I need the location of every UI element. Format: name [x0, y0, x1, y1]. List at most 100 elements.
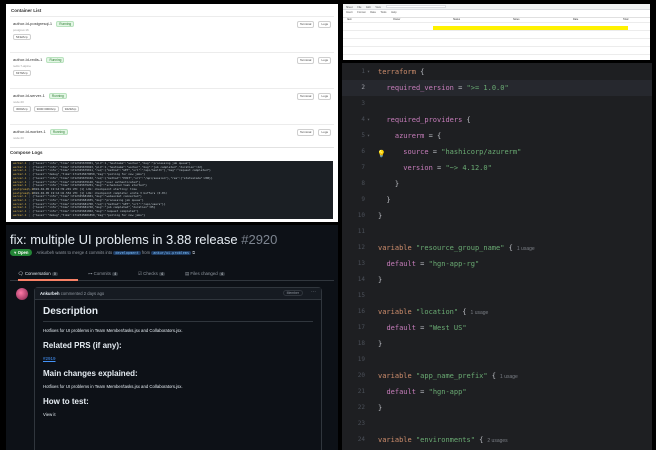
grid-line — [343, 30, 650, 31]
sheet-cell[interactable]: Notes — [513, 18, 520, 21]
usage-hint: 1 usage — [516, 246, 535, 252]
code-line[interactable]: 12 variable "resource_group_name" {1 usa… — [342, 240, 652, 256]
menu-insert[interactable]: Insert — [346, 11, 353, 14]
comment-timestamp[interactable]: commented 2 days ago — [61, 291, 105, 296]
logs-button[interactable]: Logs — [318, 93, 331, 100]
code-line[interactable]: 11 — [342, 224, 652, 240]
fold-icon[interactable]: ▾ — [367, 112, 370, 128]
sheet-cell[interactable]: Date — [573, 18, 578, 21]
grid-line — [343, 38, 650, 39]
pr-meta-from: from — [141, 250, 151, 255]
code-line[interactable]: 14 } — [342, 272, 652, 288]
log-message: 2024-04-05 19:14:41.552 UTC [1] LOG: che… — [32, 191, 168, 195]
terminal-button[interactable]: Terminal — [297, 57, 315, 64]
terminal-button[interactable]: Terminal — [297, 129, 315, 136]
logs-button[interactable]: Logs — [318, 21, 331, 28]
container-image: node:20 — [13, 136, 24, 140]
code-line[interactable]: 1 ▾ terraform { — [342, 64, 652, 80]
avatar[interactable] — [16, 288, 28, 300]
sheet-grid[interactable]: Item Owner Status Notes Date Total — [343, 18, 650, 58]
code-line[interactable]: 16 variable "location" {1 usage — [342, 304, 652, 320]
container-list-panel: Container List author-ld-postgresql-1 Ru… — [6, 4, 338, 222]
fold-icon[interactable]: ▾ — [367, 64, 370, 80]
menu-format[interactable]: Format — [357, 11, 365, 14]
code-line[interactable]: 22 } — [342, 400, 652, 416]
terminal-button[interactable]: Terminal — [297, 21, 315, 28]
code-line[interactable]: 17 default = "West US" — [342, 320, 652, 336]
code-line[interactable]: 5 ▾ azurerm = { — [342, 128, 652, 144]
code-line[interactable]: 10 } — [342, 208, 652, 224]
compose-log-output[interactable]: worker-1 | {"level":"info","time":1712345… — [11, 161, 333, 219]
pull-request-panel: fix: multiple UI problems in 3.88 releas… — [6, 225, 338, 450]
menu-view[interactable]: View — [375, 6, 380, 9]
comment-author[interactable]: Ankurbeh — [40, 291, 60, 296]
status-badge: Running — [48, 93, 67, 99]
sheet-cell[interactable]: Owner — [393, 18, 400, 21]
code-line[interactable]: 24 variable "environments" {2 usages — [342, 432, 652, 448]
member-badge: Member — [282, 290, 303, 296]
pr-number: #2920 — [241, 232, 278, 247]
fold-icon[interactable]: ▾ — [367, 128, 370, 144]
head-branch[interactable]: ankur/ui-problems — [151, 251, 192, 255]
log-message: {"level":"info","time":1712345678901,"pi… — [32, 162, 191, 165]
code-line[interactable]: 19 — [342, 352, 652, 368]
container-row[interactable]: author-ld-postgresql-1 Running postgres:… — [10, 16, 334, 42]
menu-edit[interactable]: Edit — [366, 6, 370, 9]
highlighted-row[interactable] — [433, 26, 628, 30]
code-line[interactable]: 23 — [342, 416, 652, 432]
pr-title-text: fix: multiple UI problems in 3.88 releas… — [10, 232, 238, 247]
copy-icon[interactable]: ⧉ — [192, 250, 195, 255]
menu-tools[interactable]: Tools — [380, 11, 386, 14]
menu-data[interactable]: Data — [370, 11, 375, 14]
code-line-current[interactable]: 2 required_version = ">= 1.0.0" — [342, 80, 652, 96]
code-line[interactable]: 13 default = "hgn-app-rg" — [342, 256, 652, 272]
container-row[interactable]: author-ld-worker-1 Running node:20 Termi… — [10, 124, 334, 144]
pr-open-badge: ⑂ Open — [10, 249, 33, 256]
code-line[interactable]: 15 — [342, 288, 652, 304]
log-message: {"level":"info","time":1712345679140,"ms… — [32, 180, 141, 184]
code-line[interactable]: 8 } — [342, 176, 652, 192]
code-line[interactable]: 7 version = "~> 4.12.0" — [342, 160, 652, 176]
container-name: author-ld-worker-1 — [13, 129, 46, 134]
container-row[interactable]: author-ld-server-1 Running node:20 3000/… — [10, 88, 334, 114]
more-options-icon[interactable]: ⋯ — [311, 289, 316, 295]
related-pr-link[interactable]: #2919 — [43, 356, 313, 361]
comment-body: Description Hotfixes for UI problems in … — [35, 300, 321, 431]
menu-file[interactable]: File — [357, 6, 361, 9]
code-line[interactable]: 21 default = "hgn-app" — [342, 384, 652, 400]
container-row[interactable]: author-ld-redis-1 Running redis:7-alpine… — [10, 52, 334, 78]
tab-conversation[interactable]: 🗨 Conversation 0 — [18, 271, 58, 277]
browser-tab[interactable]: Sheet — [346, 6, 353, 9]
code-line[interactable]: 20 variable "app_name_prefix" {1 usage — [342, 368, 652, 384]
tab-commits[interactable]: ⊶ Commits 4 — [88, 271, 119, 277]
code-line[interactable]: 4 ▾ required_providers { — [342, 112, 652, 128]
sheet-toolbar: Insert Format Data Tools Help — [343, 10, 650, 18]
sheet-cell[interactable]: Total — [623, 18, 628, 21]
code-line[interactable]: 9 } — [342, 192, 652, 208]
logs-button[interactable]: Logs — [318, 129, 331, 136]
description-text: Hotfixes for UI problems in Team Member/… — [43, 328, 183, 333]
log-message: {"level":"info","time":1712345679011,"re… — [32, 169, 211, 173]
menu-help[interactable]: Help — [391, 11, 396, 14]
sheet-cell[interactable]: Item — [347, 18, 352, 21]
pr-tabs: 🗨 Conversation 0 ⊶ Commits 4 ☑ Checks 4 … — [10, 267, 334, 281]
base-branch[interactable]: development — [113, 251, 141, 255]
tab-checks[interactable]: ☑ Checks 4 — [138, 271, 165, 277]
log-message: {"level":"info","time":1712345679102,"re… — [32, 176, 213, 180]
pr-title: fix: multiple UI problems in 3.88 releas… — [10, 232, 277, 247]
active-tab-indicator — [18, 279, 78, 281]
address-bar[interactable] — [385, 5, 446, 8]
code-editor-panel[interactable]: 💡 1 ▾ terraform { 2 required_version = ">… — [342, 63, 652, 450]
sheet-cell[interactable]: Status — [453, 18, 460, 21]
code-line[interactable]: 6 source = "hashicorp/azurerm" — [342, 144, 652, 160]
logs-button[interactable]: Logs — [318, 57, 331, 64]
terminal-button[interactable]: Terminal — [297, 93, 315, 100]
file-diff-icon: ▤ — [185, 271, 190, 276]
log-message: {"level":"info","time":1712345679201,"ms… — [32, 184, 147, 188]
compose-logs-title: Compose Logs — [10, 147, 334, 155]
tab-files-changed[interactable]: ▤ Files changed 4 — [185, 271, 225, 277]
code-line[interactable]: 3 — [342, 96, 652, 112]
code-line[interactable]: 18 } — [342, 336, 652, 352]
log-source: worker-1 — [13, 213, 27, 217]
grid-line — [343, 46, 650, 47]
